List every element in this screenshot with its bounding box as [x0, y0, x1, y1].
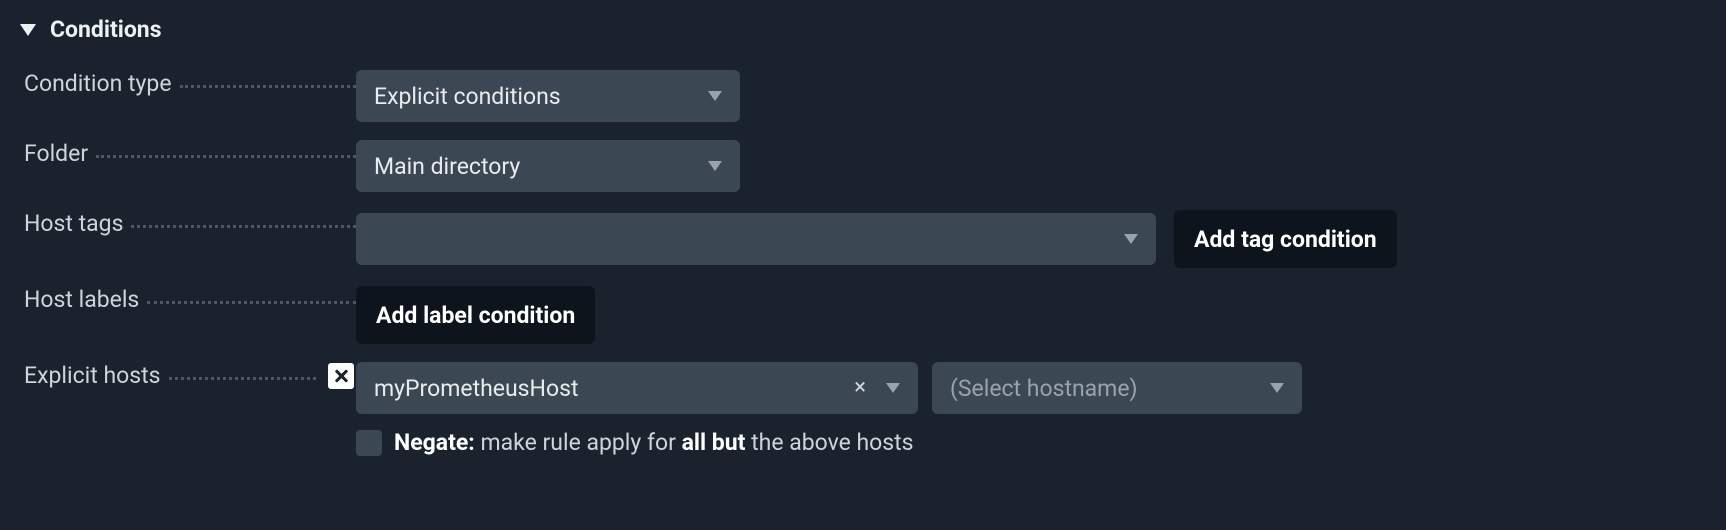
add-tag-condition-button[interactable]: Add tag condition	[1174, 210, 1397, 268]
negate-checkbox[interactable]	[356, 430, 382, 456]
select-value: Main directory	[374, 153, 520, 180]
row-explicit-hosts: Explicit hosts myPrometheusHost × (Selec…	[0, 353, 1726, 423]
conditions-panel: Conditions Condition type Explicit condi…	[0, 0, 1726, 474]
label-text: Host labels	[24, 286, 139, 313]
negate-mid2: the above hosts	[745, 429, 913, 456]
condition-type-select[interactable]: Explicit conditions	[356, 70, 740, 122]
select-value: Explicit conditions	[374, 83, 561, 110]
label-explicit-hosts: Explicit hosts	[24, 362, 356, 389]
select-placeholder: (Select hostname)	[950, 375, 1138, 402]
select-value: myPrometheusHost	[374, 375, 578, 402]
label-text: Explicit hosts	[24, 362, 161, 389]
ctrl-host-labels: Add label condition	[356, 286, 595, 344]
dots-filler	[169, 377, 317, 380]
ctrl-explicit-hosts: myPrometheusHost × (Select hostname)	[356, 362, 1302, 414]
row-host-labels: Host labels Add label condition	[0, 277, 1726, 353]
label-text: Condition type	[24, 70, 172, 97]
ctrl-host-tags: Add tag condition	[356, 210, 1397, 268]
clear-selection-icon[interactable]: ×	[854, 377, 866, 399]
ctrl-condition-type: Explicit conditions	[356, 70, 740, 122]
explicit-host-chosen-select[interactable]: myPrometheusHost ×	[356, 362, 918, 414]
section-header[interactable]: Conditions	[0, 12, 1726, 61]
label-text: Folder	[24, 140, 88, 167]
negate-text: Negate: make rule apply for all but the …	[394, 429, 914, 456]
chevron-down-icon	[708, 161, 722, 171]
section-title: Conditions	[50, 16, 162, 43]
dots-filler	[147, 301, 356, 304]
collapse-icon	[20, 24, 36, 36]
button-label: Add label condition	[376, 302, 575, 329]
explicit-host-placeholder-select[interactable]: (Select hostname)	[932, 362, 1302, 414]
chevron-down-icon	[886, 383, 900, 393]
chevron-down-icon	[1270, 383, 1284, 393]
explicit-hosts-selects: myPrometheusHost × (Select hostname)	[356, 362, 1302, 414]
label-folder: Folder	[24, 140, 356, 167]
select-right-icons: ×	[854, 377, 900, 399]
folder-select[interactable]: Main directory	[356, 140, 740, 192]
ctrl-folder: Main directory	[356, 140, 740, 192]
negate-bold: all but	[682, 429, 746, 456]
chevron-down-icon	[708, 91, 722, 101]
negate-row: Negate: make rule apply for all but the …	[0, 423, 1726, 456]
row-host-tags: Host tags Add tag condition	[0, 201, 1726, 277]
dots-filler	[131, 225, 356, 228]
row-condition-type: Condition type Explicit conditions	[0, 61, 1726, 131]
host-tags-select[interactable]	[356, 213, 1156, 265]
negate-mid1: make rule apply for	[475, 429, 682, 456]
chevron-down-icon	[1124, 234, 1138, 244]
label-host-labels: Host labels	[24, 286, 356, 313]
negate-prefix: Negate:	[394, 429, 475, 456]
add-label-condition-button[interactable]: Add label condition	[356, 286, 595, 344]
dots-filler	[180, 85, 356, 88]
label-condition-type: Condition type	[24, 70, 356, 97]
row-folder: Folder Main directory	[0, 131, 1726, 201]
dots-filler	[96, 155, 356, 158]
button-label: Add tag condition	[1194, 226, 1377, 253]
remove-explicit-hosts-button[interactable]	[328, 363, 354, 389]
label-text: Host tags	[24, 210, 123, 237]
label-host-tags: Host tags	[24, 210, 356, 237]
close-icon	[334, 369, 348, 383]
